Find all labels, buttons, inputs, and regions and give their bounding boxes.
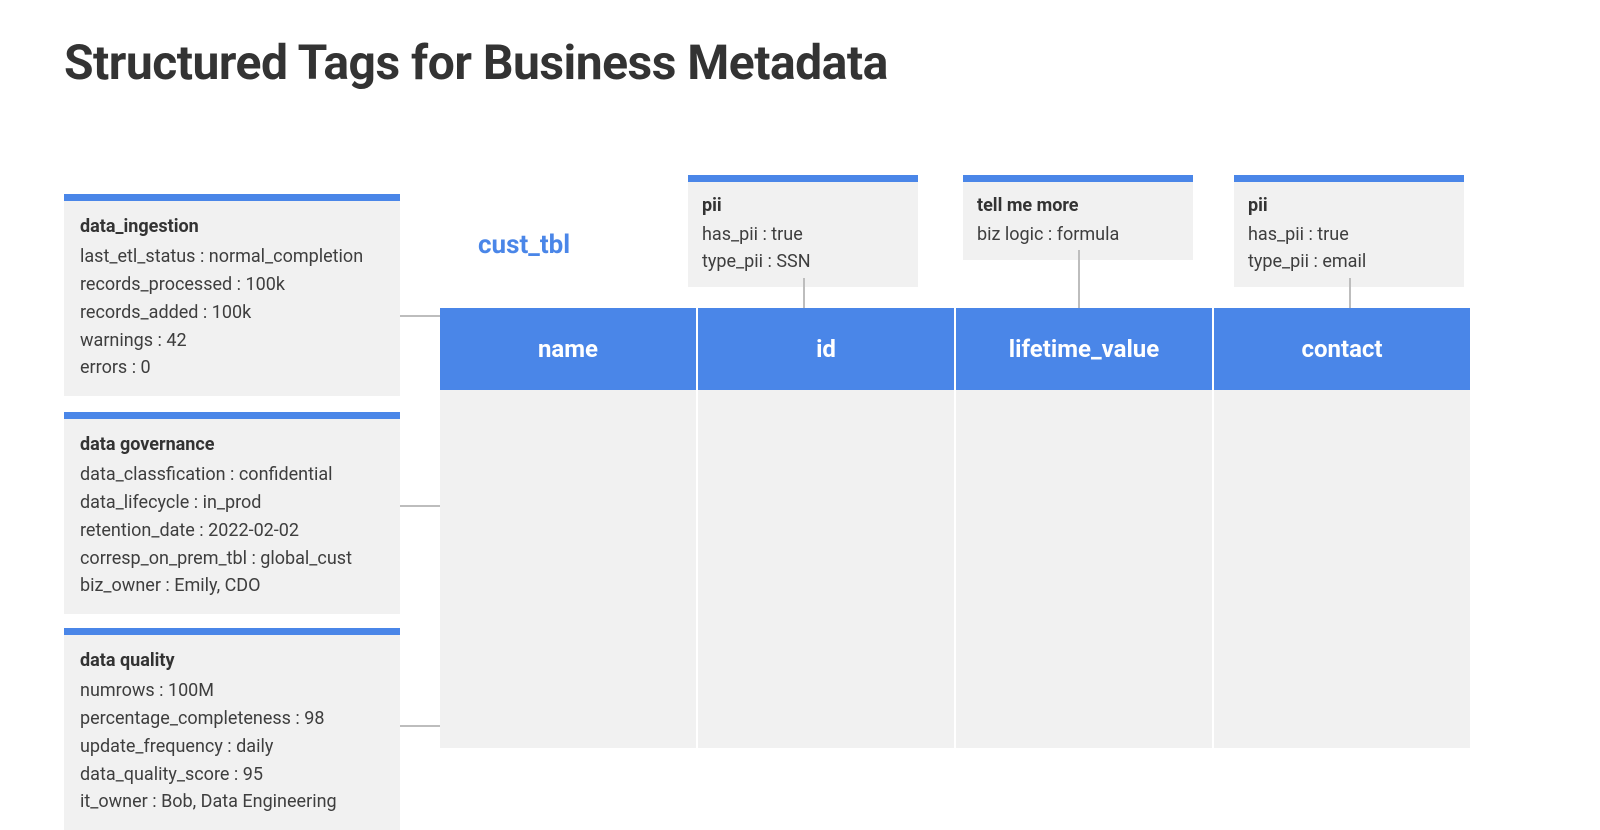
table-body-col	[698, 390, 956, 748]
tag-kv: update_frequency : daily	[80, 733, 384, 761]
customer-table: name id lifetime_value contact	[440, 308, 1470, 748]
tag-kv: records_processed : 100k	[80, 271, 384, 299]
table-body-col	[440, 390, 698, 748]
tag-card-data-governance: data governance data_classfication : con…	[64, 412, 400, 614]
table-body	[440, 390, 1470, 748]
table-body-col	[1214, 390, 1470, 748]
tag-kv: records_added : 100k	[80, 299, 384, 327]
tag-kv: it_owner : Bob, Data Engineering	[80, 788, 384, 816]
col-tag-title: pii	[1248, 192, 1450, 219]
col-tag-kv: type_pii : email	[1248, 248, 1450, 275]
tag-kv: data_quality_score : 95	[80, 761, 384, 789]
connector-line	[400, 315, 440, 317]
tag-kv: biz_owner : Emily, CDO	[80, 572, 384, 600]
tag-card-title: data quality	[80, 647, 384, 675]
tag-kv: data_classfication : confidential	[80, 461, 384, 489]
connector-line	[803, 278, 805, 308]
tag-card-title: data governance	[80, 431, 384, 459]
tag-card-data-ingestion: data_ingestion last_etl_status : normal_…	[64, 194, 400, 396]
col-tag-title: pii	[702, 192, 904, 219]
col-tag-card-contact: pii has_pii : true type_pii : email	[1234, 175, 1464, 287]
tag-card-title: data_ingestion	[80, 213, 384, 241]
tag-kv: errors : 0	[80, 354, 384, 382]
tag-kv: corresp_on_prem_tbl : global_cust	[80, 545, 384, 573]
table-header-cell-contact: contact	[1214, 308, 1470, 390]
tag-kv: last_etl_status : normal_completion	[80, 243, 384, 271]
table-header-row: name id lifetime_value contact	[440, 308, 1470, 390]
tag-kv: numrows : 100M	[80, 677, 384, 705]
connector-line	[1078, 250, 1080, 308]
page-title: Structured Tags for Business Metadata	[64, 34, 888, 91]
connector-line	[1349, 278, 1351, 308]
tag-kv: percentage_completeness : 98	[80, 705, 384, 733]
tag-kv: retention_date : 2022-02-02	[80, 517, 384, 545]
table-body-col	[956, 390, 1214, 748]
table-header-cell-name: name	[440, 308, 698, 390]
col-tag-kv: has_pii : true	[702, 221, 904, 248]
connector-line	[400, 725, 440, 727]
connector-line	[400, 505, 440, 507]
col-tag-card-lifetime-value: tell me more biz logic : formula	[963, 175, 1193, 260]
col-tag-kv: type_pii : SSN	[702, 248, 904, 275]
col-tag-card-id: pii has_pii : true type_pii : SSN	[688, 175, 918, 287]
tag-kv: warnings : 42	[80, 327, 384, 355]
table-name-label: cust_tbl	[478, 230, 570, 260]
col-tag-title: tell me more	[977, 192, 1179, 219]
col-tag-kv: has_pii : true	[1248, 221, 1450, 248]
tag-card-data-quality: data quality numrows : 100M percentage_c…	[64, 628, 400, 830]
table-header-cell-lifetime-value: lifetime_value	[956, 308, 1214, 390]
col-tag-kv: biz logic : formula	[977, 221, 1179, 248]
tag-kv: data_lifecycle : in_prod	[80, 489, 384, 517]
table-header-cell-id: id	[698, 308, 956, 390]
